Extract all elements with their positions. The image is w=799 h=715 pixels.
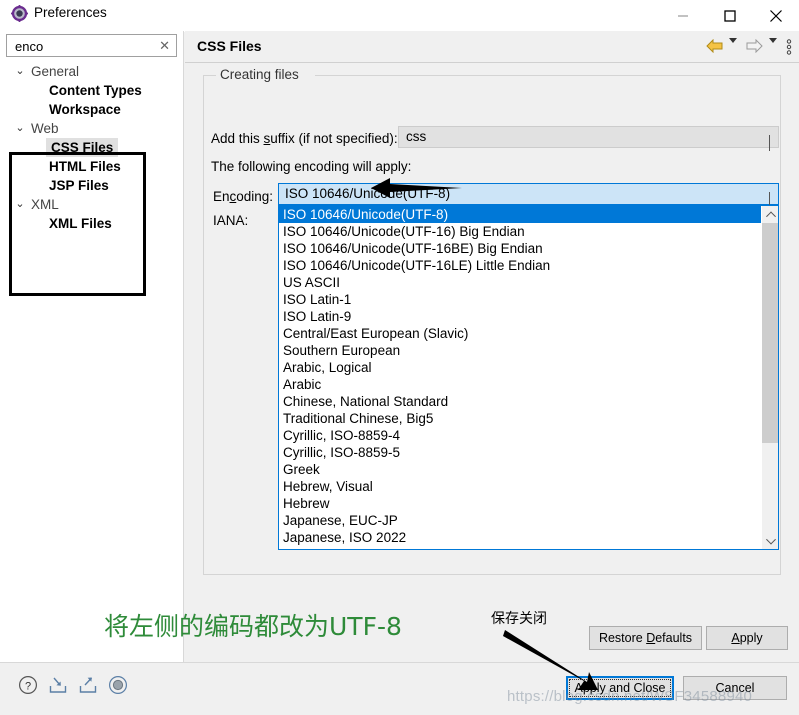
chevron-down-icon[interactable]: ⌄ — [14, 62, 26, 81]
preference-tree-pane: ✕ ⌄ General Content Types Workspace ⌄ Web CSS … — [0, 31, 184, 662]
suffix-label: Add this suffix (if not specified): — [211, 131, 398, 146]
encoding-option[interactable]: Arabic — [279, 376, 762, 393]
encoding-option[interactable]: Cyrillic, ISO-8859-4 — [279, 427, 762, 444]
encoding-option-container: ISO 10646/Unicode(UTF-8) ISO 10646/Unicod… — [279, 206, 762, 546]
tree-item-general[interactable]: ⌄ General — [0, 62, 183, 81]
search-input[interactable] — [13, 38, 152, 55]
view-menu-icon[interactable] — [786, 39, 792, 58]
clear-icon[interactable]: ✕ — [159, 38, 170, 54]
minimize-button[interactable] — [660, 0, 706, 31]
title-bar: Preferences — [0, 0, 799, 32]
encoding-option[interactable]: ISO Latin-9 — [279, 308, 762, 325]
suffix-combobox[interactable]: css — [398, 126, 779, 151]
back-dropdown-caret-icon[interactable] — [729, 38, 737, 58]
tree-item-label: XML — [31, 197, 59, 212]
encoding-option[interactable]: ISO 10646/Unicode(UTF-16LE) Little Endia… — [279, 257, 762, 274]
encoding-combobox[interactable]: ISO 10646/Unicode(UTF-8) — [278, 183, 779, 208]
apply-button[interactable]: Apply — [706, 626, 788, 650]
tree-item-css-files[interactable]: CSS Files — [0, 138, 183, 157]
encoding-option[interactable]: ISO 10646/Unicode(UTF-16) Big Endian — [279, 223, 762, 240]
import-icon[interactable] — [48, 675, 68, 698]
watermark-text: https://blog.csdn.net/WSF34588940 — [507, 688, 753, 705]
encoding-selected-value: ISO 10646/Unicode(UTF-8) — [285, 186, 451, 201]
encoding-option[interactable]: ISO 10646/Unicode(UTF-16BE) Big Endian — [279, 240, 762, 257]
suffix-value: css — [406, 129, 427, 144]
tree-item-label: General — [31, 64, 80, 79]
encoding-option[interactable]: Greek — [279, 461, 762, 478]
encoding-option[interactable]: Japanese, ISO 2022 — [279, 529, 762, 546]
chevron-down-icon[interactable]: ⌄ — [14, 119, 26, 138]
page-title: CSS Files — [197, 38, 262, 54]
close-button[interactable] — [753, 0, 799, 31]
encoding-option[interactable]: Traditional Chinese, Big5 — [279, 410, 762, 427]
tree-item-label: XML Files — [49, 216, 112, 231]
tree-item-label: JSP Files — [49, 178, 109, 193]
back-arrow-icon[interactable] — [706, 38, 723, 56]
group-border-right — [315, 75, 781, 76]
tree-item-jsp-files[interactable]: JSP Files — [0, 176, 183, 195]
scrollbar-up-button[interactable] — [762, 206, 778, 223]
help-icon[interactable]: ? — [18, 675, 38, 698]
maximize-button[interactable] — [707, 0, 753, 31]
scrollbar-thumb[interactable] — [762, 223, 778, 443]
encoding-option[interactable]: Southern European — [279, 342, 762, 359]
encoding-dropdown-list[interactable]: ISO 10646/Unicode(UTF-8) ISO 10646/Unicod… — [278, 205, 779, 550]
encoding-option[interactable]: ISO 10646/Unicode(UTF-8) — [279, 206, 762, 223]
encoding-option[interactable]: Hebrew — [279, 495, 762, 512]
link-icon[interactable] — [108, 675, 128, 698]
encoding-option[interactable]: ISO Latin-1 — [279, 291, 762, 308]
chevron-down-icon[interactable]: ⌄ — [14, 195, 26, 214]
dropdown-scrollbar[interactable] — [761, 206, 778, 549]
restore-defaults-button[interactable]: Restore Defaults — [589, 626, 702, 650]
tree-item-xml[interactable]: ⌄ XML — [0, 195, 183, 214]
tree-item-web[interactable]: ⌄ Web — [0, 119, 183, 138]
encoding-option[interactable]: Japanese, EUC-JP — [279, 512, 762, 529]
forward-dropdown-caret-icon[interactable] — [769, 38, 777, 58]
tree-item-label: Web — [31, 121, 59, 136]
tree-item-label: CSS Files — [46, 138, 119, 157]
tree-item-content-types[interactable]: Content Types — [0, 81, 183, 100]
encoding-option[interactable]: Arabic, Logical — [279, 359, 762, 376]
iana-label: IANA: — [213, 213, 249, 228]
tree-item-workspace[interactable]: Workspace — [0, 100, 183, 119]
preferences-gear-icon — [11, 5, 28, 22]
encoding-option[interactable]: Central/East European (Slavic) — [279, 325, 762, 342]
encoding-option[interactable]: US ASCII — [279, 274, 762, 291]
encoding-label: Encoding: — [213, 189, 274, 204]
tree-item-label: Workspace — [49, 102, 121, 117]
tree-item-xml-files[interactable]: XML Files — [0, 214, 183, 233]
forward-arrow-icon[interactable] — [746, 38, 763, 56]
group-border-left — [203, 75, 217, 76]
chevron-down-icon — [769, 135, 770, 151]
tree-item-label: Content Types — [49, 83, 142, 98]
preference-tree: ⌄ General Content Types Workspace ⌄ Web CSS Fi… — [0, 62, 183, 233]
encoding-option[interactable]: Hebrew, Visual — [279, 478, 762, 495]
filter-box[interactable]: ✕ — [6, 34, 177, 57]
annotation-green-note: 将左侧的编码都改为UTF-8 — [104, 612, 402, 641]
svg-text:?: ? — [25, 681, 31, 693]
group-legend: Creating files — [216, 67, 303, 82]
annotation-save-close-note: 保存关闭 — [491, 611, 547, 627]
encoding-note: The following encoding will apply: — [211, 159, 412, 174]
tree-item-label: HTML Files — [49, 159, 121, 174]
encoding-option[interactable]: Chinese, National Standard — [279, 393, 762, 410]
preferences-dialog: Preferences ✕ ⌄ General Content Types Works… — [0, 0, 799, 715]
preference-page-pane: CSS Files Creating files Add this suffix… — [185, 31, 799, 662]
page-header: CSS Files — [185, 31, 799, 63]
scrollbar-down-button[interactable] — [762, 532, 778, 549]
tree-item-html-files[interactable]: HTML Files — [0, 157, 183, 176]
window-title: Preferences — [34, 5, 107, 20]
export-icon[interactable] — [78, 675, 98, 698]
encoding-option[interactable]: Cyrillic, ISO-8859-5 — [279, 444, 762, 461]
